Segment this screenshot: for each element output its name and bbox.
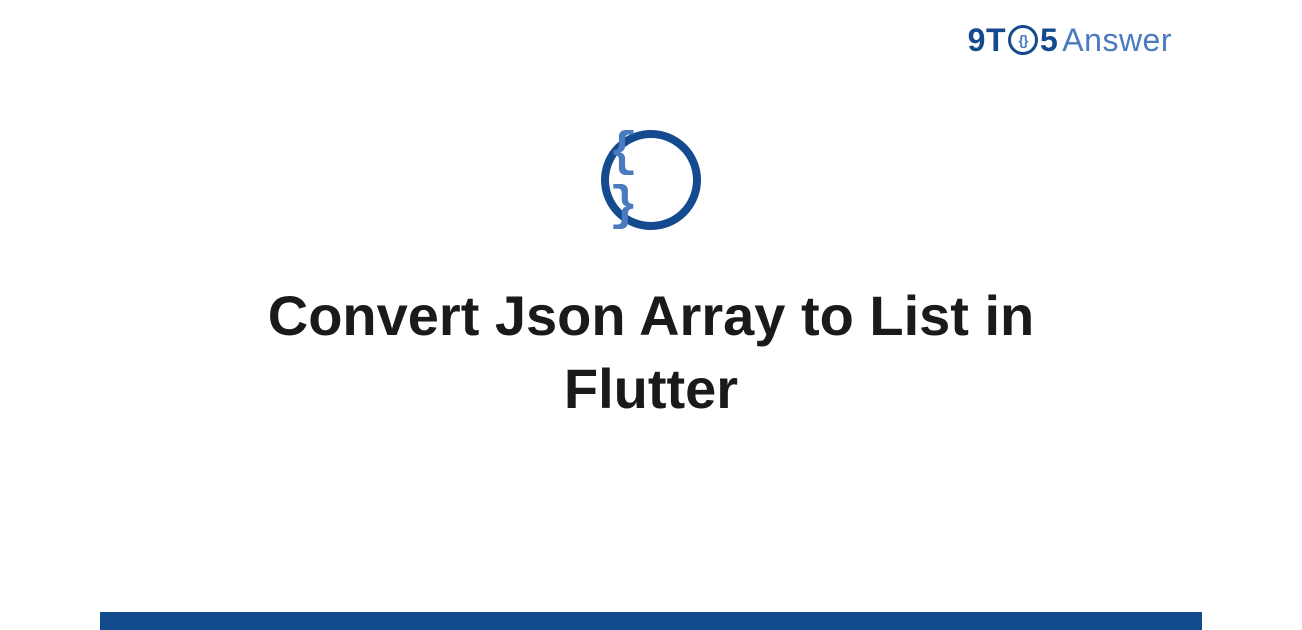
logo-text-5: 5 <box>1040 22 1058 59</box>
logo-braces-small: {} <box>1019 32 1028 48</box>
site-logo: 9T {} 5 Answer <box>968 22 1172 59</box>
page-title: Convert Json Array to List in Flutter <box>201 280 1101 426</box>
logo-text-answer: Answer <box>1062 22 1172 59</box>
main-content: { } Convert Json Array to List in Flutte… <box>0 130 1302 426</box>
logo-text-9t: 9T <box>968 22 1006 59</box>
braces-circle-icon: { } <box>601 130 701 230</box>
logo-circle-icon: {} <box>1008 25 1038 55</box>
braces-icon: { } <box>609 126 693 234</box>
bottom-accent-bar <box>100 612 1202 630</box>
